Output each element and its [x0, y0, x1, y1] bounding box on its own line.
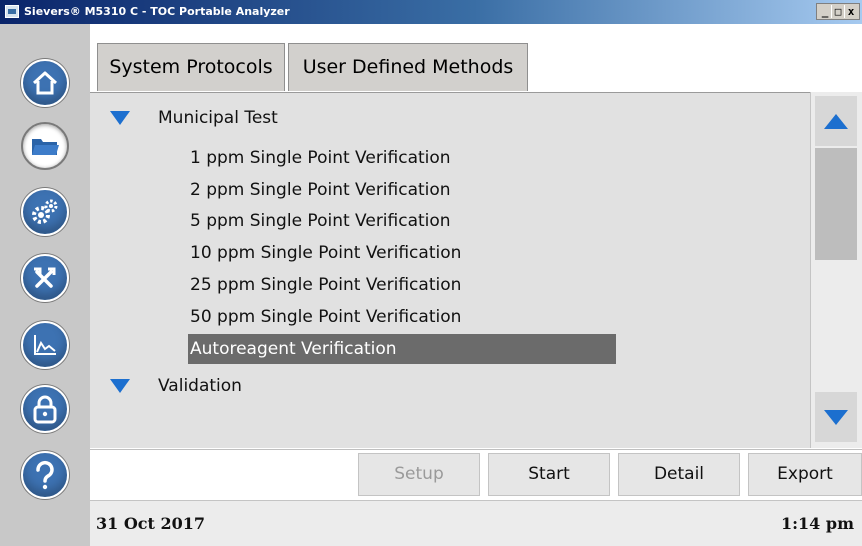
- navigation-rail: [0, 24, 90, 546]
- nav-home-button[interactable]: [21, 59, 69, 107]
- action-bar: Setup Start Detail Export: [90, 449, 862, 499]
- setup-button[interactable]: Setup: [358, 453, 480, 496]
- list-item[interactable]: 50 ppm Single Point Verification: [188, 302, 616, 332]
- folder-icon: [32, 139, 59, 155]
- group-label: Validation: [158, 376, 242, 396]
- list-item[interactable]: 5 ppm Single Point Verification: [188, 206, 616, 236]
- scroll-thumb[interactable]: [815, 148, 857, 260]
- arrow-up-icon: [824, 113, 848, 129]
- list-item[interactable]: 10 ppm Single Point Verification: [188, 238, 616, 268]
- expand-triangle-icon[interactable]: [110, 111, 130, 125]
- nav-help-button[interactable]: [21, 451, 69, 499]
- tab-strip: System Protocols User Defined Methods: [90, 24, 862, 92]
- close-icon[interactable]: x: [845, 5, 857, 18]
- expand-triangle-icon[interactable]: [110, 379, 130, 393]
- group-validation[interactable]: Validation: [110, 371, 242, 401]
- list-item-selected[interactable]: Autoreagent Verification: [188, 334, 616, 364]
- export-button[interactable]: Export: [748, 453, 862, 496]
- list-scrollbar[interactable]: [810, 92, 862, 448]
- window-controls: _ □ x: [816, 3, 860, 20]
- tools-icon: [34, 267, 56, 288]
- scroll-down-button[interactable]: [815, 392, 857, 442]
- lock-icon: [33, 395, 57, 424]
- app-icon: [5, 5, 19, 18]
- group-municipal-test[interactable]: Municipal Test: [110, 103, 278, 133]
- list-item[interactable]: 25 ppm Single Point Verification: [188, 270, 616, 300]
- gears-icon: [32, 199, 58, 224]
- nav-data-button[interactable]: [21, 321, 69, 369]
- list-item[interactable]: 1 ppm Single Point Verification: [188, 143, 616, 173]
- nav-settings-button[interactable]: [21, 188, 69, 236]
- status-bar: 31 Oct 2017 1:14 pm: [90, 500, 862, 546]
- nav-security-button[interactable]: [21, 385, 69, 433]
- scroll-up-button[interactable]: [815, 96, 857, 146]
- window-title: Sievers® M5310 C - TOC Portable Analyzer: [24, 5, 290, 18]
- maximize-icon[interactable]: □: [832, 5, 845, 18]
- chart-icon: [34, 335, 56, 355]
- list-item[interactable]: 2 ppm Single Point Verification: [188, 175, 616, 205]
- status-date: 31 Oct 2017: [96, 514, 206, 533]
- tab-system-protocols[interactable]: System Protocols: [97, 43, 285, 91]
- start-button[interactable]: Start: [488, 453, 610, 496]
- home-icon: [32, 71, 58, 95]
- minimize-icon[interactable]: _: [819, 5, 832, 18]
- nav-tools-button[interactable]: [21, 254, 69, 302]
- arrow-down-icon: [824, 409, 848, 425]
- status-time: 1:14 pm: [781, 514, 854, 533]
- detail-button[interactable]: Detail: [618, 453, 740, 496]
- tab-user-defined-methods[interactable]: User Defined Methods: [288, 43, 528, 91]
- window-title-bar: Sievers® M5310 C - TOC Portable Analyzer…: [0, 0, 862, 24]
- nav-methods-button[interactable]: [21, 122, 69, 170]
- method-list: Municipal Test 1 ppm Single Point Verifi…: [90, 92, 810, 448]
- group-label: Municipal Test: [158, 108, 278, 128]
- help-icon: [36, 460, 54, 490]
